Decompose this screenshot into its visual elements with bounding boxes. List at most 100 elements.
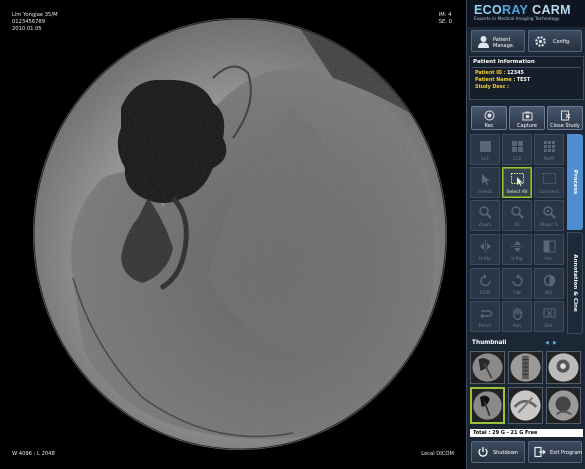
tab-process-label: Process [572, 169, 578, 195]
window-level-icon [543, 274, 556, 287]
layout-nxm-icon [544, 141, 555, 152]
tab-annotation-label: Annotation & Cine [572, 254, 578, 312]
patient-name-value: TEST [516, 78, 531, 83]
layout-2x2-button[interactable]: 2x2 [502, 134, 532, 165]
unselect-icon [543, 173, 556, 184]
zoom-x1-icon [511, 206, 524, 219]
patient-name-row: Patient Name : TEST [475, 78, 531, 83]
overlay-image-number: IM: 4 [438, 12, 452, 18]
reset-button[interactable]: Reset [470, 301, 500, 332]
patient-info-title: Patient Information [473, 59, 535, 65]
exit-program-label: Exit Program [550, 450, 583, 456]
app-window: Lim Yongjae 35/M 0123456789 2010.01.05 I… [0, 0, 585, 469]
close-study-icon [561, 110, 571, 121]
patient-id-value: 12345 [507, 71, 524, 76]
invert-button[interactable]: Inv. [534, 234, 564, 265]
thumbnail-strip [470, 351, 583, 427]
divider [472, 67, 581, 68]
capture-label: Capture [517, 123, 537, 129]
thumbnail-item[interactable] [470, 351, 505, 384]
invert-icon [543, 240, 556, 253]
overlay-patient-id: 0123456789 [12, 19, 46, 25]
delete-icon [543, 308, 556, 318]
rotate-cw-button[interactable]: CW [502, 268, 532, 299]
vflip-icon [511, 241, 524, 252]
exit-program-button[interactable]: Exit Program [528, 441, 582, 463]
thumbnail-item[interactable] [508, 387, 543, 424]
select-button[interactable]: Select [470, 167, 500, 198]
patient-manage-label-2: Manage. [493, 43, 515, 49]
hflip-icon [480, 240, 491, 253]
delete-button[interactable]: Del. [534, 301, 564, 332]
close-study-label: Close Study [550, 123, 580, 129]
thumbnail-item[interactable] [508, 351, 543, 384]
power-icon [478, 447, 488, 457]
patient-id-row: Patient ID : 12345 [475, 71, 524, 76]
brand-eco: ECO [474, 3, 502, 17]
config-label: Config. [553, 39, 571, 45]
image-viewer[interactable]: Lim Yongjae 35/M 0123456789 2010.01.05 I… [0, 0, 466, 469]
window-level-overlay: W 4096 : L 2048 [12, 451, 55, 457]
record-label: Rec [484, 123, 494, 129]
capture-button[interactable]: Capture [509, 106, 545, 130]
gear-icon [535, 36, 546, 47]
zoom-button[interactable]: Zoom [470, 200, 500, 231]
thumbnail-item[interactable] [546, 351, 581, 384]
magic-zoom-button[interactable]: Magic S [534, 200, 564, 231]
record-button[interactable]: Rec [471, 106, 507, 130]
overlay-series-number: SE: 0 [438, 19, 452, 25]
hflip-button[interactable]: H-flip [470, 234, 500, 265]
thumbnail-next-button[interactable]: ▶ [553, 340, 557, 346]
fluoroscopy-image[interactable] [33, 18, 448, 450]
vflip-button[interactable]: V-flip [502, 234, 532, 265]
control-sidebar: ECORAY CARM Experts in Medical Imaging Te… [466, 0, 585, 469]
brand-carm: CARM [532, 3, 571, 17]
thumbnail-item-selected[interactable] [470, 387, 505, 424]
tab-process[interactable]: Process [567, 134, 583, 230]
storage-status: Total : 29 G - 21 G Free [470, 429, 583, 437]
overlay-patient-name: Lim Yongjae 35/M [12, 12, 58, 18]
capture-icon [522, 111, 533, 121]
rotate-ccw-icon [480, 274, 491, 287]
select-all-icon [511, 173, 524, 186]
pan-hand-icon [513, 307, 523, 321]
thumbnail-item[interactable] [546, 387, 581, 424]
study-desc-row: Study Desc : [475, 85, 509, 90]
reset-icon [480, 310, 493, 319]
close-study-button[interactable]: Close Study [547, 106, 583, 130]
patient-overlay: Lim Yongjae 35/M 0123456789 2010.01.05 [12, 12, 58, 33]
zoom-icon [479, 206, 492, 219]
source-overlay: Local DICOM [421, 451, 454, 457]
shutdown-button[interactable]: Shutdown [471, 441, 525, 463]
select-all-button[interactable]: Select All [502, 167, 532, 198]
record-icon [484, 110, 495, 121]
patient-manage-button[interactable]: Patient Manage. [471, 30, 525, 52]
exit-icon [534, 446, 546, 458]
patient-icon [478, 36, 489, 48]
thumbnail-prev-button[interactable]: ◀ [545, 340, 549, 346]
overlay-study-date: 2010.01.05 [12, 26, 42, 32]
brand-logo: ECORAY CARM Experts in Medical Imaging Te… [467, 0, 585, 27]
patient-info-panel: Patient Information Patient ID : 12345 P… [469, 56, 584, 100]
tab-annotation-cine[interactable]: Annotation & Cine [567, 232, 583, 334]
unselect-button[interactable]: Unselect [534, 167, 564, 198]
magic-zoom-icon [543, 206, 556, 219]
layout-2x2-icon [512, 141, 523, 152]
window-level-button[interactable]: W/L [534, 268, 564, 299]
pan-button[interactable]: Pan [502, 301, 532, 332]
config-button[interactable]: Config. [528, 30, 582, 52]
layout-nxm-button[interactable]: NxM [534, 134, 564, 165]
thumbnail-header: Thumbnail ◀ ▶ [469, 338, 584, 349]
thumbnail-title: Thumbnail [472, 340, 507, 346]
rotate-cw-icon [512, 274, 523, 287]
zoom-x1-button[interactable]: X1 [502, 200, 532, 231]
layout-1x1-icon [480, 141, 491, 152]
rotate-ccw-button[interactable]: CCW [470, 268, 500, 299]
brand-tagline: Experts in Medical Imaging Technology [474, 17, 560, 22]
brand-ray: RAY [502, 3, 529, 17]
image-index-overlay: IM: 4 SE: 0 [439, 12, 452, 26]
pointer-icon [482, 174, 490, 185]
shutdown-label: Shutdown [493, 450, 518, 456]
layout-1x1-button[interactable]: 1x1 [470, 134, 500, 165]
process-tools-grid: 1x1 2x2 NxM Select Select All Unselect Z… [470, 134, 566, 334]
